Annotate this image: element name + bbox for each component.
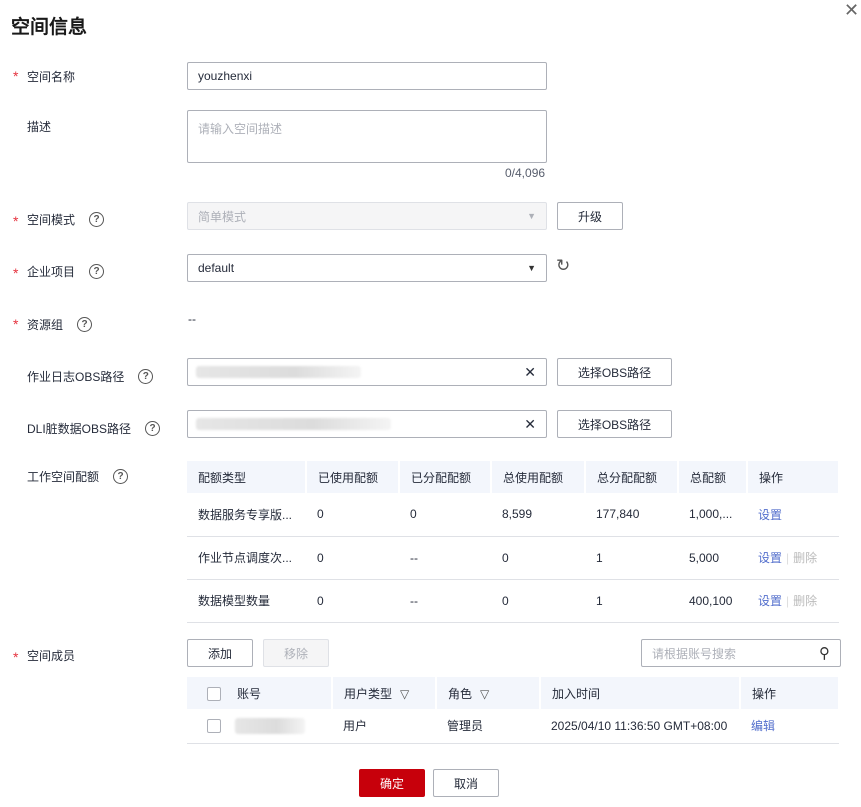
cell: 作业节点调度次... xyxy=(187,536,306,580)
set-link[interactable]: 设置 xyxy=(758,508,782,522)
column-header: 操作 xyxy=(747,461,840,493)
set-link[interactable]: 设置 xyxy=(758,551,782,565)
column-header: 总配额 xyxy=(678,461,748,493)
help-icon[interactable]: ? xyxy=(113,469,129,484)
delete-link: 删除 xyxy=(793,594,818,608)
clear-icon[interactable]: ✕ xyxy=(524,416,536,433)
dli-input[interactable]: ✕ xyxy=(187,410,547,438)
clear-icon[interactable]: ✕ xyxy=(524,364,536,381)
cell: 数据服务专享版... xyxy=(187,493,306,537)
cell: 1 xyxy=(585,536,678,580)
column-header: 总使用配额 xyxy=(491,461,586,493)
dialog-title: 空间信息 xyxy=(11,17,88,38)
cell: 管理员 xyxy=(436,709,540,744)
project-label: 企业项目? xyxy=(27,263,105,280)
redacted-account xyxy=(235,717,305,734)
column-header: 角色 xyxy=(448,686,473,701)
mode-label: 空间模式? xyxy=(27,211,105,228)
column-header: 账号 xyxy=(237,686,262,701)
help-icon[interactable]: ? xyxy=(77,317,93,332)
chevron-down-icon: ▼ xyxy=(527,211,536,221)
set-link[interactable]: 设置 xyxy=(758,594,782,608)
required-star: * xyxy=(13,649,19,665)
project-select[interactable]: default ▼ xyxy=(187,254,547,282)
cell: 5,000 xyxy=(678,536,747,580)
column-header: 总分配配额 xyxy=(585,461,679,493)
filter-icon[interactable]: ▽ xyxy=(480,687,489,701)
column-header: 配额类型 xyxy=(187,461,307,493)
help-icon[interactable]: ? xyxy=(145,421,161,436)
filter-icon[interactable]: ▽ xyxy=(400,687,409,701)
upgrade-button[interactable]: 升级 xyxy=(557,202,623,230)
cell: 1 xyxy=(585,579,678,623)
cell: 8,599 xyxy=(491,493,585,537)
column-header: 加入时间 xyxy=(540,677,741,709)
edit-link[interactable]: 编辑 xyxy=(751,719,775,733)
member-table: 账号 用户类型 ▽ 角色 ▽ 加入时间 操作 用户 管理员 2025/04/10 1… xyxy=(187,677,840,744)
member-search-input[interactable]: 请根据账号搜索 ⚲ xyxy=(641,639,841,667)
required-star: * xyxy=(13,316,19,332)
chevron-down-icon: ▼ xyxy=(527,263,536,273)
remove-member-button: 移除 xyxy=(263,639,329,667)
name-input[interactable]: youzhenxi xyxy=(187,62,547,90)
quota-table: 配额类型 已使用配额 已分配配额 总使用配额 总分配配额 总配额 操作 数据服务… xyxy=(187,461,840,623)
cell: 用户 xyxy=(332,709,436,744)
desc-label: 描述 xyxy=(27,120,52,134)
close-icon[interactable]: ✕ xyxy=(844,0,859,21)
refresh-icon[interactable]: ↻ xyxy=(556,256,570,276)
column-header: 用户类型 xyxy=(344,686,393,701)
cell: -- xyxy=(399,579,491,623)
help-icon[interactable]: ? xyxy=(138,369,154,384)
table-row: 数据模型数量 0 -- 0 1 400,100 设置 | 删除 xyxy=(187,579,839,623)
cell: 400,100 xyxy=(678,579,747,623)
table-row: 作业节点调度次... 0 -- 0 1 5,000 设置 | 删除 xyxy=(187,536,839,580)
table-row: 数据服务专享版... 0 0 8,599 177,840 1,000,... 设… xyxy=(187,493,839,537)
add-member-button[interactable]: 添加 xyxy=(187,639,253,667)
resource-label: 资源组? xyxy=(27,316,93,333)
cell: 0 xyxy=(491,536,585,580)
cell: 0 xyxy=(306,536,399,580)
members-label: 空间成员 xyxy=(27,649,76,663)
cancel-button[interactable]: 取消 xyxy=(433,769,499,797)
resource-value: -- xyxy=(188,312,196,326)
joblog-input[interactable]: ✕ xyxy=(187,358,547,386)
help-icon[interactable]: ? xyxy=(89,212,105,227)
quota-header-row: 配额类型 已使用配额 已分配配额 总使用配额 总分配配额 总配额 操作 xyxy=(187,461,840,493)
help-icon[interactable]: ? xyxy=(89,264,105,279)
row-checkbox[interactable] xyxy=(207,718,221,733)
redacted-path xyxy=(196,418,391,430)
mode-select: 简单模式 ▼ xyxy=(187,202,547,230)
column-header: 已使用配额 xyxy=(306,461,400,493)
dli-label: DLI脏数据OBS路径? xyxy=(27,420,161,437)
select-all-checkbox[interactable] xyxy=(207,687,221,702)
cell: 1,000,... xyxy=(678,493,747,537)
name-label: 空间名称 xyxy=(27,70,76,84)
search-icon: ⚲ xyxy=(819,645,830,662)
cell: 数据模型数量 xyxy=(187,579,306,623)
redacted-path xyxy=(196,366,361,378)
joblog-select-obs-button[interactable]: 选择OBS路径 xyxy=(557,358,672,386)
desc-counter: 0/4,096 xyxy=(505,166,546,180)
column-header: 操作 xyxy=(740,677,840,709)
column-header: 已分配配额 xyxy=(399,461,492,493)
required-star: * xyxy=(13,68,19,84)
confirm-button[interactable]: 确定 xyxy=(359,769,425,797)
quota-label: 工作空间配额? xyxy=(27,468,129,485)
delete-link: 删除 xyxy=(793,551,818,565)
cell: 0 xyxy=(306,579,399,623)
required-star: * xyxy=(13,213,19,229)
cell: 177,840 xyxy=(585,493,678,537)
cell: 2025/04/10 11:36:50 GMT+08:00 xyxy=(540,709,740,744)
cell: 0 xyxy=(399,493,491,537)
joblog-label: 作业日志OBS路径? xyxy=(27,368,154,385)
desc-textarea[interactable]: 请输入空间描述 xyxy=(187,110,547,163)
dli-select-obs-button[interactable]: 选择OBS路径 xyxy=(557,410,672,438)
cell: 0 xyxy=(491,579,585,623)
cell: -- xyxy=(399,536,491,580)
table-row: 用户 管理员 2025/04/10 11:36:50 GMT+08:00 编辑 xyxy=(187,709,839,744)
required-star: * xyxy=(13,265,19,281)
cell: 0 xyxy=(306,493,399,537)
